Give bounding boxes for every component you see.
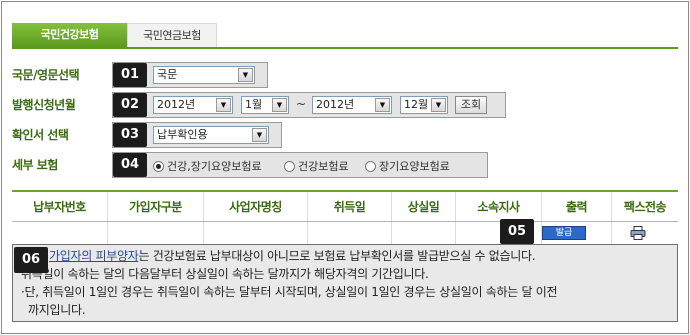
period-label: 발행신청년월 [12, 98, 76, 112]
radio-health[interactable]: 건강보험료 [284, 158, 349, 174]
notice-line-1: 가입자의 피부양자는 건강보험료 납부대상이 아니므로 보험료 납부확인서를 발… [21, 247, 673, 265]
period-separator: ~ [296, 97, 307, 111]
step-number-03: 03 [113, 123, 147, 147]
language-select[interactable]: 국문 ▼ [153, 66, 255, 84]
radio-health-longterm[interactable]: 건강,장기요양보험료 [153, 158, 262, 174]
from-year-select[interactable]: 2012년 ▼ [153, 96, 233, 114]
col-fax: 팩스전송 [623, 200, 667, 214]
col-payer-number: 납부자번호 [12, 192, 108, 221]
certificate-row: 확인서 선택 03 납부확인용 ▼ [12, 120, 678, 150]
table-header: 납부자번호 가입자구분 사업자명칭 취득일 상실일 소속지사 출력 팩스전송 [12, 192, 678, 222]
search-button[interactable]: 조회 [455, 96, 487, 114]
col-business-name: 사업자명칭 [204, 192, 308, 221]
radio-longterm[interactable]: 장기요양보험료 [365, 158, 450, 174]
step-number-05: 05 [500, 219, 534, 244]
issue-button[interactable]: 발급 [542, 226, 586, 240]
notice-line-1-text: 는 건강보험료 납부대상이 아니므로 보험료 납부확인서를 발급받으실 수 없습… [138, 249, 536, 263]
radio-label: 장기요양보험료 [379, 160, 450, 173]
tab-pension-insurance[interactable]: 국민연금보험 [127, 23, 217, 47]
chevron-down-icon: ▼ [272, 98, 287, 112]
insurance-label: 세부 보험 [12, 158, 58, 172]
notice-line-3: ·단, 취득일이 1일인 경우는 취득일이 속하는 달부터 시작되며, 상실일이… [21, 285, 558, 299]
tab-underline [12, 47, 678, 49]
certificate-select-value: 납부확인용 [157, 128, 208, 141]
from-month-value: 1월 [245, 98, 263, 111]
from-year-value: 2012년 [157, 98, 196, 111]
chevron-down-icon: ▼ [375, 98, 390, 112]
cell-member-type [108, 222, 204, 246]
language-select-value: 국문 [157, 68, 178, 81]
radio-label: 건강보험료 [298, 160, 349, 173]
cell-lost-date [392, 222, 456, 246]
step-number-06: 06 [14, 247, 48, 273]
chevron-down-icon: ▼ [252, 128, 267, 142]
period-row: 발행신청년월 02 2012년 ▼ 1월 ▼ ~ 2012년 ▼ 12월 ▼ 조… [12, 90, 678, 120]
tab-health-insurance[interactable]: 국민건강보험 [12, 23, 127, 47]
insurance-box: 04 건강,장기요양보험료 건강보험료 장기요양보험료 [112, 152, 488, 178]
chevron-down-icon: ▼ [216, 98, 231, 112]
language-row: 국문/영문선택 01 국문 ▼ [12, 60, 678, 90]
certificate-label: 확인서 선택 [12, 128, 69, 142]
step-number-04: 04 [113, 153, 147, 177]
insurance-tabs: 국민건강보험 국민연금보험 [12, 23, 217, 47]
language-label: 국문/영문선택 [12, 68, 80, 82]
dependent-link[interactable]: 가입자의 피부양자 [49, 249, 139, 263]
to-year-value: 2012년 [316, 98, 355, 111]
cell-business-name [204, 222, 308, 246]
insurance-row: 세부 보험 04 건강,장기요양보험료 건강보험료 장기요양보험료 [12, 150, 678, 180]
certificate-select[interactable]: 납부확인용 ▼ [153, 126, 269, 144]
col-acquired-date: 취득일 [308, 192, 392, 221]
cell-payer-number [12, 222, 108, 246]
notice-line-2: 취득일이 속하는 달의 다음달부터 상실일이 속하는 달까지가 해당자격의 기간… [21, 267, 429, 281]
radio-dot [284, 160, 295, 172]
period-box: 02 2012년 ▼ 1월 ▼ ~ 2012년 ▼ 12월 ▼ 조회 [112, 92, 506, 118]
col-print: 출력 [542, 192, 612, 221]
notice-box: 가입자의 피부양자는 건강보험료 납부대상이 아니므로 보험료 납부확인서를 발… [12, 244, 678, 322]
cell-acquired-date [308, 222, 392, 246]
step-number-02: 02 [113, 93, 147, 117]
col-member-type: 가입자구분 [108, 192, 204, 221]
language-box: 01 국문 ▼ [112, 62, 268, 88]
radio-dot [153, 160, 164, 172]
to-month-value: 12월 [404, 98, 429, 111]
to-month-select[interactable]: 12월 ▼ [400, 96, 448, 114]
radio-dot [365, 160, 376, 172]
col-branch: 소속지사 [456, 192, 542, 221]
chevron-down-icon: ▼ [238, 68, 253, 82]
notice-line-4: 까지입니다. [21, 303, 86, 317]
col-lost-date: 상실일 [392, 192, 456, 221]
certificate-box: 03 납부확인용 ▼ [112, 122, 282, 148]
printer-icon[interactable] [630, 226, 646, 240]
from-month-select[interactable]: 1월 ▼ [241, 96, 289, 114]
to-year-select[interactable]: 2012년 ▼ [312, 96, 392, 114]
step-number-01: 01 [113, 63, 147, 87]
chevron-down-icon: ▼ [431, 98, 446, 112]
radio-label: 건강,장기요양보험료 [167, 160, 262, 173]
